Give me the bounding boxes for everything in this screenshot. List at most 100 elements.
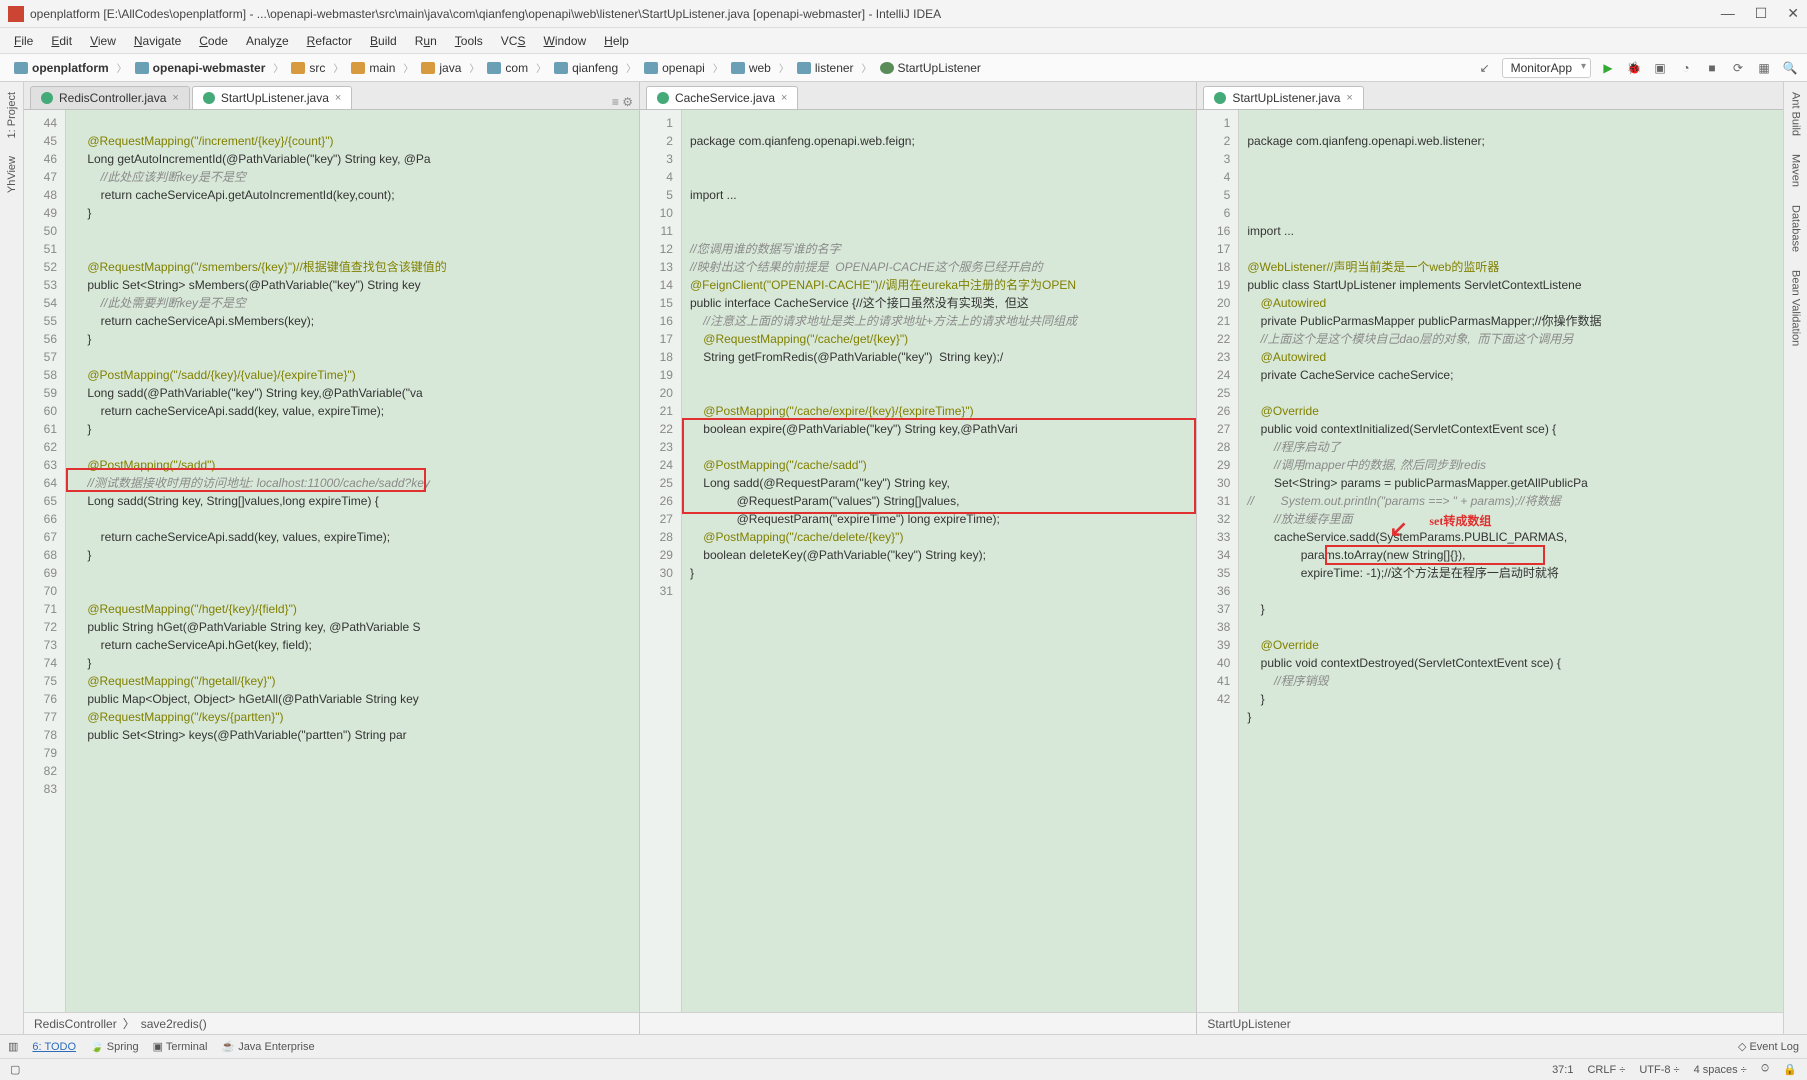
- menu-refactor[interactable]: Refactor: [299, 32, 360, 50]
- main-menu-bar: File Edit View Navigate Code Analyze Ref…: [0, 28, 1807, 54]
- menu-code[interactable]: Code: [191, 32, 236, 50]
- right-tool-strip: Ant Build Maven Database Bean Validation: [1783, 82, 1807, 1034]
- folder-icon: [291, 62, 305, 74]
- tool-bean-validation[interactable]: Bean Validation: [1788, 264, 1804, 352]
- run-configuration-select[interactable]: MonitorApp: [1502, 58, 1591, 78]
- maximize-button[interactable]: ☐: [1755, 5, 1768, 22]
- menu-window[interactable]: Window: [535, 32, 594, 50]
- editor-pane-right: StartUpListener.java× 1 2 3 4 5 6 16 17 …: [1197, 82, 1783, 1034]
- menu-view[interactable]: View: [82, 32, 124, 50]
- folder-icon: [421, 62, 435, 74]
- module-icon: [135, 62, 149, 74]
- status-git-icon[interactable]: ꖴ: [1761, 1063, 1770, 1076]
- profile-button[interactable]: ◔: [1677, 59, 1695, 77]
- crumb-class[interactable]: RedisController: [34, 1017, 117, 1031]
- status-indent[interactable]: 4 spaces ÷: [1694, 1064, 1747, 1076]
- class-icon: [880, 62, 894, 74]
- menu-vcs[interactable]: VCS: [493, 32, 534, 50]
- event-log-button[interactable]: ◇ Event Log: [1738, 1040, 1799, 1053]
- coverage-button[interactable]: ▣: [1651, 59, 1669, 77]
- crumb-project[interactable]: openplatform: [8, 59, 115, 77]
- editor-tabs-right: StartUpListener.java×: [1197, 82, 1783, 110]
- tool-yhview[interactable]: YhView: [4, 150, 20, 199]
- menu-edit[interactable]: Edit: [43, 32, 80, 50]
- tool-maven[interactable]: Maven: [1788, 148, 1804, 193]
- crumb-method[interactable]: save2redis(): [141, 1017, 207, 1031]
- close-icon[interactable]: ×: [172, 92, 178, 104]
- window-title: openplatform [E:\AllCodes\openplatform] …: [30, 7, 1721, 21]
- close-icon[interactable]: ×: [335, 92, 341, 104]
- annotation-text: set转成数组: [1429, 512, 1491, 530]
- stop-button[interactable]: ■: [1703, 59, 1721, 77]
- status-encoding[interactable]: UTF-8 ÷: [1639, 1064, 1679, 1076]
- close-icon[interactable]: ×: [1346, 92, 1352, 104]
- gutter: 1 2 3 4 5 6 16 17 18 19 20 21 22 23 24 2…: [1197, 110, 1239, 1012]
- class-icon: [657, 92, 669, 104]
- gutter: 44 45 46 47 48 49 50 51 52 53 54 55 56 5…: [24, 110, 66, 1012]
- package-icon: [731, 62, 745, 74]
- tab-java-enterprise[interactable]: ☕ Java Enterprise: [221, 1040, 314, 1053]
- code-lines[interactable]: package com.qianfeng.openapi.web.listene…: [1239, 110, 1783, 1012]
- crumb-module[interactable]: openapi-webmaster: [129, 59, 272, 77]
- status-lock-icon[interactable]: 🔒: [1783, 1063, 1797, 1076]
- tool-database[interactable]: Database: [1788, 199, 1804, 258]
- crumb-src[interactable]: src: [285, 59, 331, 77]
- package-icon: [554, 62, 568, 74]
- crumb-openapi[interactable]: openapi: [638, 59, 711, 77]
- tab-terminal[interactable]: ▣ Terminal: [153, 1040, 208, 1053]
- status-line-separator[interactable]: CRLF ÷: [1587, 1064, 1625, 1076]
- code-editor-left[interactable]: 44 45 46 47 48 49 50 51 52 53 54 55 56 5…: [24, 110, 639, 1012]
- crumb-web[interactable]: web: [725, 59, 777, 77]
- search-everywhere-button[interactable]: 🔍: [1781, 59, 1799, 77]
- module-icon: [14, 62, 28, 74]
- tab-startuplistener[interactable]: StartUpListener.java×: [192, 86, 353, 109]
- tab-options-icon[interactable]: ≡ ⚙: [606, 95, 639, 109]
- crumb-com[interactable]: com: [481, 59, 534, 77]
- crumb-listener[interactable]: listener: [791, 59, 860, 77]
- editor-split: RedisController.java× StartUpListener.ja…: [24, 82, 1783, 1034]
- editor-breadcrumb-right: StartUpListener: [1197, 1012, 1783, 1034]
- crumb-java[interactable]: java: [415, 59, 467, 77]
- status-icon[interactable]: ▢: [10, 1063, 20, 1076]
- status-caret-position[interactable]: 37:1: [1552, 1064, 1573, 1076]
- menu-tools[interactable]: Tools: [447, 32, 491, 50]
- menu-analyze[interactable]: Analyze: [238, 32, 297, 50]
- crumb-class[interactable]: StartUpListener: [874, 59, 987, 77]
- menu-navigate[interactable]: Navigate: [126, 32, 189, 50]
- run-button[interactable]: ▶: [1599, 59, 1617, 77]
- gutter: 1 2 3 4 5 10 11 12 13 14 15 16 17 18 19 …: [640, 110, 682, 1012]
- close-icon[interactable]: ×: [781, 92, 787, 104]
- tab-todo[interactable]: 6: TODO: [32, 1041, 76, 1053]
- code-editor-right[interactable]: 1 2 3 4 5 6 16 17 18 19 20 21 22 23 24 2…: [1197, 110, 1783, 1012]
- package-icon: [487, 62, 501, 74]
- menu-help[interactable]: Help: [596, 32, 637, 50]
- project-structure-button[interactable]: ▦: [1755, 59, 1773, 77]
- close-button[interactable]: ✕: [1787, 5, 1799, 22]
- tool-project[interactable]: 1: Project: [4, 86, 20, 144]
- build-button[interactable]: ↙: [1476, 59, 1494, 77]
- tab-startuplistener-right[interactable]: StartUpListener.java×: [1203, 86, 1364, 109]
- code-lines[interactable]: @RequestMapping("/increment/{key}/{count…: [66, 110, 639, 1012]
- crumb-main[interactable]: main: [345, 59, 401, 77]
- debug-button[interactable]: 🐞: [1625, 59, 1643, 77]
- tab-cacheservice[interactable]: CacheService.java×: [646, 86, 799, 109]
- class-icon: [203, 92, 215, 104]
- window-titlebar: openplatform [E:\AllCodes\openplatform] …: [0, 0, 1807, 28]
- menu-run[interactable]: Run: [407, 32, 445, 50]
- menu-file[interactable]: File: [6, 32, 41, 50]
- editor-pane-center: CacheService.java× 1 2 3 4 5 10 11 12 13…: [640, 82, 1197, 1034]
- tool-ant-build[interactable]: Ant Build: [1788, 86, 1804, 142]
- code-lines[interactable]: package com.qianfeng.openapi.web.feign; …: [682, 110, 1196, 1012]
- editor-pane-left: RedisController.java× StartUpListener.ja…: [24, 82, 640, 1034]
- main-area: 1: Project YhView RedisController.java× …: [0, 82, 1807, 1034]
- crumb-class[interactable]: StartUpListener: [1207, 1017, 1290, 1031]
- tab-rediscontroller[interactable]: RedisController.java×: [30, 86, 190, 109]
- crumb-qianfeng[interactable]: qianfeng: [548, 59, 624, 77]
- menu-build[interactable]: Build: [362, 32, 405, 50]
- minimize-button[interactable]: —: [1721, 5, 1735, 22]
- code-editor-center[interactable]: 1 2 3 4 5 10 11 12 13 14 15 16 17 18 19 …: [640, 110, 1196, 1012]
- tool-window-button[interactable]: ▥: [8, 1040, 18, 1053]
- update-button[interactable]: ⟳: [1729, 59, 1747, 77]
- annotation-arrow-icon: ↙: [1389, 520, 1407, 538]
- tab-spring[interactable]: 🍃 Spring: [90, 1040, 139, 1053]
